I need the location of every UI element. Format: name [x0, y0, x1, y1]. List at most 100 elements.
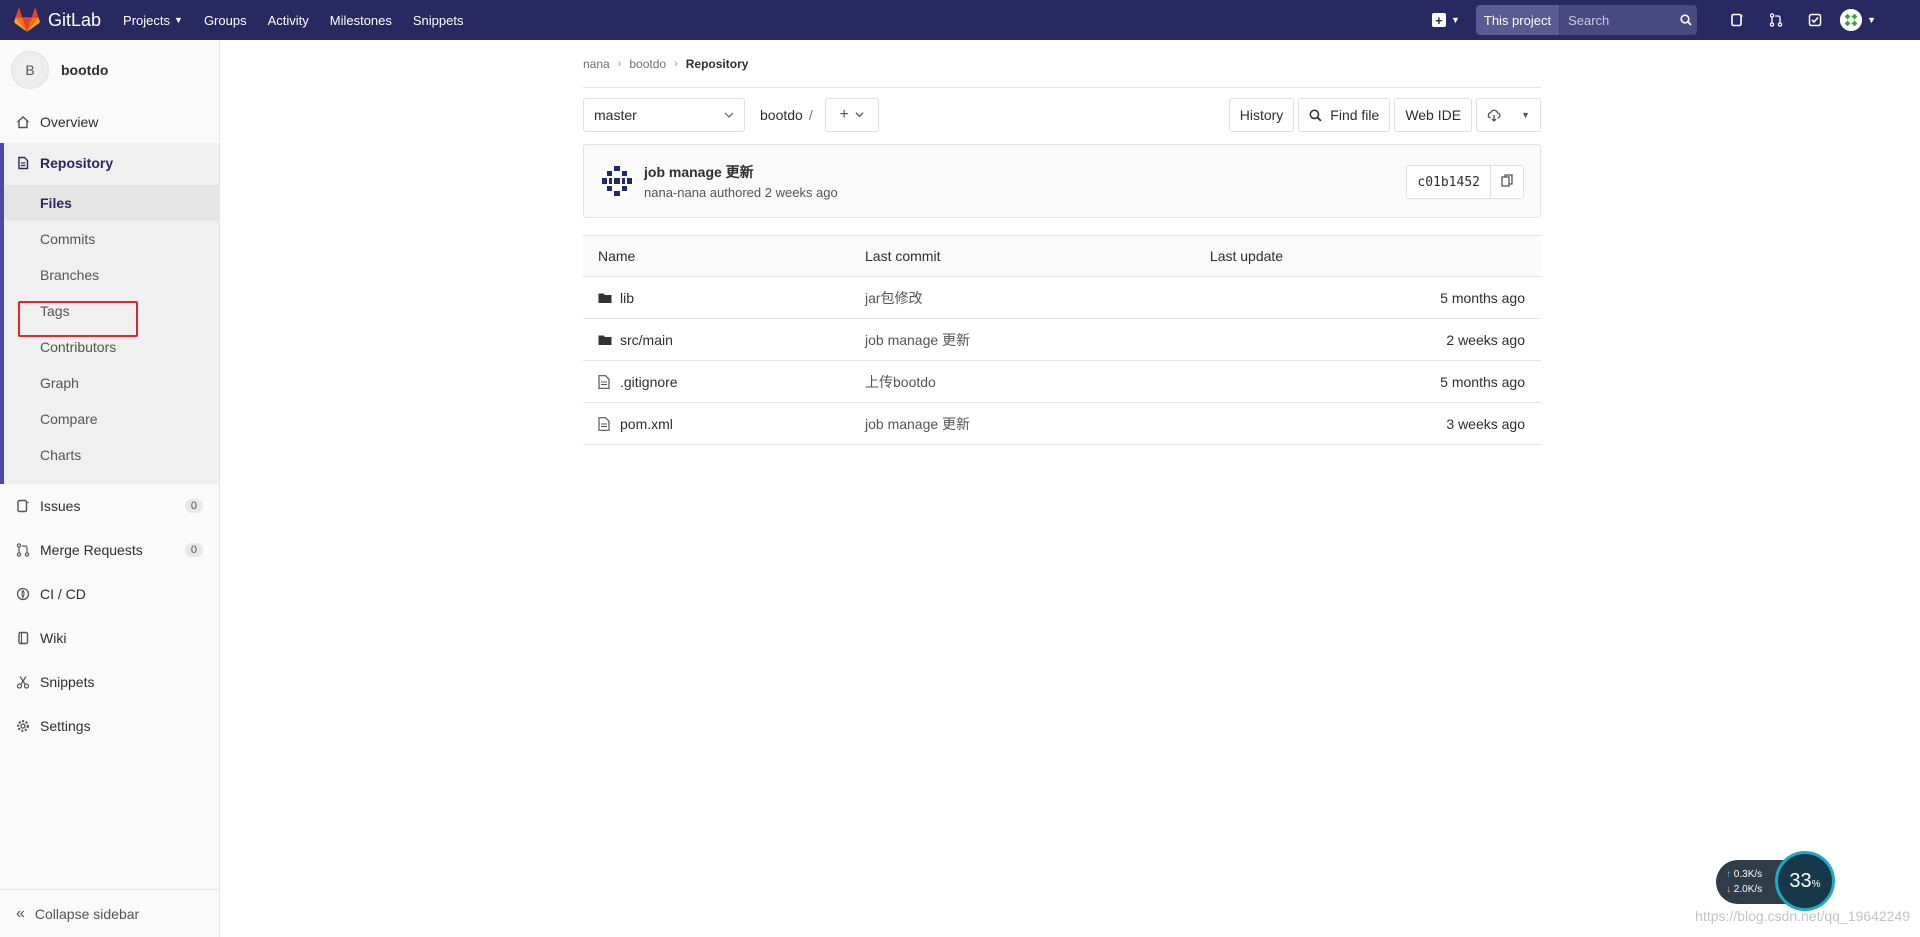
network-usage-gauge[interactable]: 33% — [1775, 851, 1835, 911]
issues-count-badge: 0 — [184, 499, 203, 513]
nav-projects[interactable]: Projects ▼ — [123, 13, 183, 28]
repo-path-separator: / — [808, 107, 813, 123]
history-button[interactable]: History — [1228, 98, 1295, 132]
new-dropdown-button[interactable]: + ▼ — [1431, 13, 1460, 27]
sidebar-subitem-branches[interactable]: Branches — [4, 257, 219, 293]
cloud-download-icon — [1487, 109, 1501, 122]
download-speed-unit: K/s — [1747, 884, 1763, 895]
nav-snippets[interactable]: Snippets — [413, 13, 464, 28]
project-sidebar: B bootdo Overview Repository Files Commi… — [0, 40, 220, 937]
file-link-gitignore[interactable]: .gitignore — [598, 374, 865, 390]
sidebar-subitem-compare[interactable]: Compare — [4, 401, 219, 437]
folder-icon — [598, 292, 614, 304]
file-link-pom-xml[interactable]: pom.xml — [598, 416, 865, 432]
gitlab-logo-text: GitLab — [48, 9, 102, 30]
sidebar-subitem-tags[interactable]: Tags — [4, 293, 219, 329]
row-last-update: 5 months ago — [1209, 276, 1541, 319]
percent-sign: % — [1811, 878, 1821, 890]
sidebar-item-label: CI / CD — [40, 586, 86, 602]
branch-dropdown[interactable]: master — [583, 98, 745, 132]
sidebar-item-settings[interactable]: Settings — [0, 707, 219, 745]
sidebar-item-repository[interactable]: Repository — [4, 143, 113, 183]
sidebar-item-snippets[interactable]: Snippets — [0, 663, 219, 701]
sidebar-item-ci-cd[interactable]: CI / CD — [0, 575, 219, 613]
search-input[interactable] — [1560, 5, 1676, 35]
sidebar-item-label: Settings — [40, 718, 91, 734]
search-box: This project — [1475, 5, 1698, 35]
search-icon[interactable] — [1675, 5, 1697, 35]
row-commit-message[interactable]: job manage 更新 — [865, 416, 970, 432]
sidebar-item-wiki[interactable]: Wiki — [0, 619, 219, 657]
user-avatar-dropdown[interactable]: ▼ — [1840, 9, 1876, 31]
commit-sha-group: c01b1452 — [1406, 165, 1524, 199]
column-header-last-update: Last update — [1209, 235, 1541, 277]
sidebar-subitem-graph[interactable]: Graph — [4, 365, 219, 401]
user-avatar — [1840, 9, 1863, 31]
breadcrumb-item-nana[interactable]: nana — [583, 57, 610, 71]
double-chevron-left-icon: « — [16, 904, 25, 922]
file-link-lib[interactable]: lib — [598, 290, 865, 306]
sidebar-subitem-commits[interactable]: Commits — [4, 221, 219, 257]
download-dropdown-button[interactable]: ▼ — [1476, 98, 1541, 132]
row-commit-message[interactable]: jar包修改 — [865, 290, 923, 306]
row-commit-message[interactable]: 上传bootdo — [865, 374, 936, 390]
row-commit-message[interactable]: job manage 更新 — [865, 332, 970, 348]
merge-requests-count-badge: 0 — [184, 543, 203, 557]
commit-sha[interactable]: c01b1452 — [1406, 165, 1490, 199]
sidebar-subitem-contributors[interactable]: Contributors — [4, 329, 219, 365]
merge-request-nav-icon[interactable] — [1756, 0, 1795, 40]
todo-check-icon[interactable] — [1795, 0, 1834, 40]
chevron-right-icon: › — [674, 57, 678, 70]
add-to-tree-button[interactable]: + — [824, 98, 879, 132]
search-scope-badge[interactable]: This project — [1475, 5, 1561, 35]
repo-path-root[interactable]: bootdo — [760, 107, 803, 123]
table-row: src/main job manage 更新 2 weeks ago — [583, 318, 1541, 361]
file-icon — [598, 374, 614, 389]
sidebar-project-header[interactable]: B bootdo — [0, 40, 219, 100]
issues-nav-icon[interactable] — [1717, 0, 1756, 40]
table-row: .gitignore 上传bootdo 5 months ago — [583, 360, 1541, 403]
row-last-update: 3 weeks ago — [1209, 402, 1541, 445]
gitlab-tanuki-icon — [14, 8, 40, 32]
commit-title[interactable]: job manage 更新 — [644, 162, 838, 182]
toolbar-actions: History Find file Web IDE ▼ — [1225, 98, 1541, 132]
table-row: pom.xml job manage 更新 3 weeks ago — [583, 402, 1541, 445]
nav-links: Projects ▼ Groups Activity Milestones Sni… — [123, 0, 484, 40]
chevron-down-icon: ▼ — [1450, 15, 1460, 25]
copy-sha-button[interactable] — [1490, 165, 1524, 199]
sidebar-item-issues[interactable]: Issues 0 — [0, 487, 219, 525]
issues-icon — [16, 499, 30, 513]
find-file-button[interactable]: Find file — [1298, 98, 1391, 132]
project-name: bootdo — [61, 62, 109, 78]
file-link-src-main[interactable]: src/main — [598, 332, 865, 348]
file-name: src/main — [620, 331, 673, 348]
commit-author-avatar[interactable] — [600, 164, 634, 198]
column-header-name: Name — [583, 235, 865, 277]
gear-icon — [16, 719, 30, 733]
collapse-sidebar-button[interactable]: « Collapse sidebar — [0, 889, 219, 937]
main-content: nana › bootdo › Repository master bootdo… — [583, 40, 1541, 445]
network-speeds: ↑ 0.3K/s ↓ 2.0K/s — [1726, 867, 1762, 897]
download-speed-value: 2.0 — [1733, 884, 1748, 895]
sidebar-repository-section: Repository Files Commits Branches Tags C… — [0, 143, 219, 484]
folder-icon — [598, 334, 614, 346]
web-ide-button[interactable]: Web IDE — [1394, 98, 1473, 132]
file-name: lib — [620, 289, 635, 306]
csdn-watermark: https://blog.csdn.net/qq_19642249 — [1695, 908, 1910, 924]
commit-meta: nana-nana authored 2 weeks ago — [644, 185, 838, 200]
commit-author[interactable]: nana-nana — [644, 185, 706, 200]
plus-icon: + — [839, 106, 849, 123]
nav-activity[interactable]: Activity — [268, 13, 309, 28]
sidebar-item-merge-requests[interactable]: Merge Requests 0 — [0, 531, 219, 569]
breadcrumb: nana › bootdo › Repository — [583, 40, 1541, 88]
sidebar-subitem-charts[interactable]: Charts — [4, 437, 219, 473]
breadcrumb-item-repository[interactable]: Repository — [686, 57, 749, 71]
sidebar-subitem-files[interactable]: Files — [4, 185, 219, 221]
breadcrumb-item-bootdo[interactable]: bootdo — [629, 57, 666, 71]
sidebar-item-overview[interactable]: Overview — [0, 103, 219, 141]
clipboard-icon — [1501, 173, 1513, 191]
nav-milestones[interactable]: Milestones — [330, 13, 392, 28]
caret-down-icon: ▼ — [1521, 110, 1530, 120]
gitlab-logo[interactable]: GitLab — [14, 0, 101, 40]
nav-groups[interactable]: Groups — [204, 13, 247, 28]
